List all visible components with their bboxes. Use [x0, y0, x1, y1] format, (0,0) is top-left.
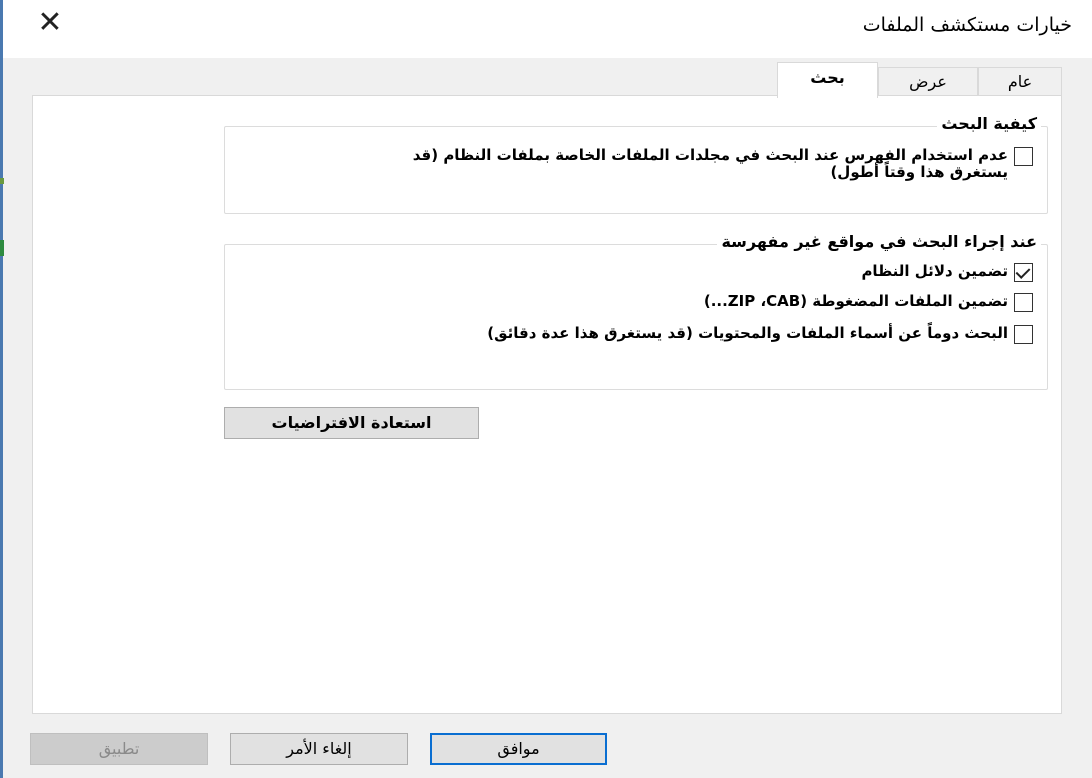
group-title: عند إجراء البحث في مواقع غير مفهرسة [717, 232, 1041, 251]
edge-marker [0, 178, 4, 184]
checkbox-checked[interactable] [1014, 263, 1033, 282]
checkbox[interactable] [1014, 293, 1033, 312]
option-label: تضمين دلائل النظام [861, 262, 1008, 280]
option-no-index[interactable]: عدم استخدام الفهرس عند البحث في مجلدات ا… [353, 147, 1033, 181]
window-title: خيارات مستكشف الملفات [862, 14, 1072, 36]
restore-defaults-button[interactable]: استعادة الافتراضيات [224, 407, 479, 439]
option-filenames-contents[interactable]: البحث دوماً عن أسماء الملفات والمحتويات … [278, 325, 1033, 344]
checkbox[interactable] [1014, 325, 1033, 344]
option-system-dirs[interactable]: تضمين دلائل النظام [861, 263, 1033, 282]
option-label: عدم استخدام الفهرس عند البحث في مجلدات ا… [412, 146, 1008, 181]
title-bar: خيارات مستكشف الملفات ✕ [3, 0, 1092, 58]
how-to-search-group: كيفية البحث عدم استخدام الفهرس عند البحث… [224, 114, 1048, 214]
option-label: تضمين الملفات المضغوطة (ZIP ،CAB...) [703, 292, 1008, 310]
group-title: كيفية البحث [937, 114, 1041, 133]
search-tab-panel: كيفية البحث عدم استخدام الفهرس عند البحث… [32, 95, 1062, 714]
ok-button[interactable]: موافق [430, 733, 607, 765]
option-compressed-files[interactable]: تضمين الملفات المضغوطة (ZIP ،CAB...) [704, 293, 1033, 312]
cancel-button[interactable]: إلغاء الأمر [230, 733, 408, 765]
edge-marker [0, 240, 4, 256]
close-icon[interactable]: ✕ [35, 8, 65, 38]
tab-view[interactable]: عرض [878, 67, 978, 95]
apply-button[interactable]: تطبيق [30, 733, 208, 765]
window-edge [0, 0, 3, 778]
tab-search[interactable]: بحث [777, 62, 878, 98]
non-indexed-group: عند إجراء البحث في مواقع غير مفهرسة تضمي… [224, 232, 1048, 390]
checkbox[interactable] [1014, 147, 1033, 166]
tab-general[interactable]: عام [978, 67, 1062, 95]
option-label: البحث دوماً عن أسماء الملفات والمحتويات … [487, 324, 1008, 342]
